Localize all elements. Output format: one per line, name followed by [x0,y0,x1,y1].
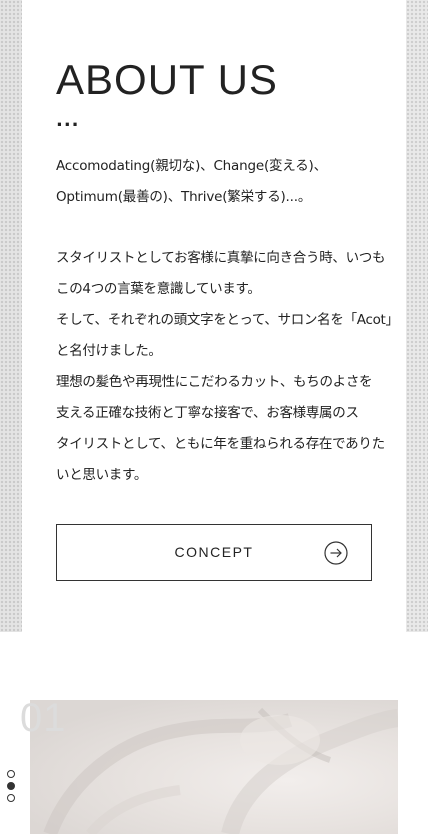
body-line: タイリストとして、ともに年を重ねられる存在でありた [56,436,385,452]
about-card: ABOUT US ... Accomodating(親切な)、Change(変え… [22,0,406,632]
body-line: スタイリストとしてお客様に真摯に向き合う時、いつも [56,250,386,266]
heading-dots: ... [56,110,80,131]
about-heading: ABOUT US [56,56,278,103]
page: ABOUT US ... Accomodating(親切な)、Change(変え… [0,0,428,834]
pager-dot-active[interactable] [7,782,15,790]
section-number: 01 [20,696,67,740]
concept-button[interactable]: CONCEPT [56,524,372,581]
section-pager [7,770,17,804]
pager-dot[interactable] [7,770,15,778]
body-line: 支える正確な技術と丁寧な接客で、お客様専属のス [56,405,359,421]
body-line: そして、それぞれの頭文字をとって、サロン名を「Acot」 [56,312,399,328]
intro-line: Accomodating(親切な)、Change(変える)、 [56,158,327,174]
body-line: いと思います。 [56,467,148,483]
intro-line: Optimum(最善の)、Thrive(繁栄する)...。 [56,189,312,205]
pager-dot[interactable] [7,794,15,802]
body-line: 理想の髪色や再現性にこだわるカット、もちのよさを [56,374,373,390]
halftone-strip-right [406,0,428,632]
arrow-right-circle-icon [324,541,348,565]
halftone-strip-left [0,0,22,632]
hair-photo [30,700,398,834]
body-line: この4つの言葉を意識しています。 [56,281,261,297]
body-line: と名付けました。 [56,343,162,359]
